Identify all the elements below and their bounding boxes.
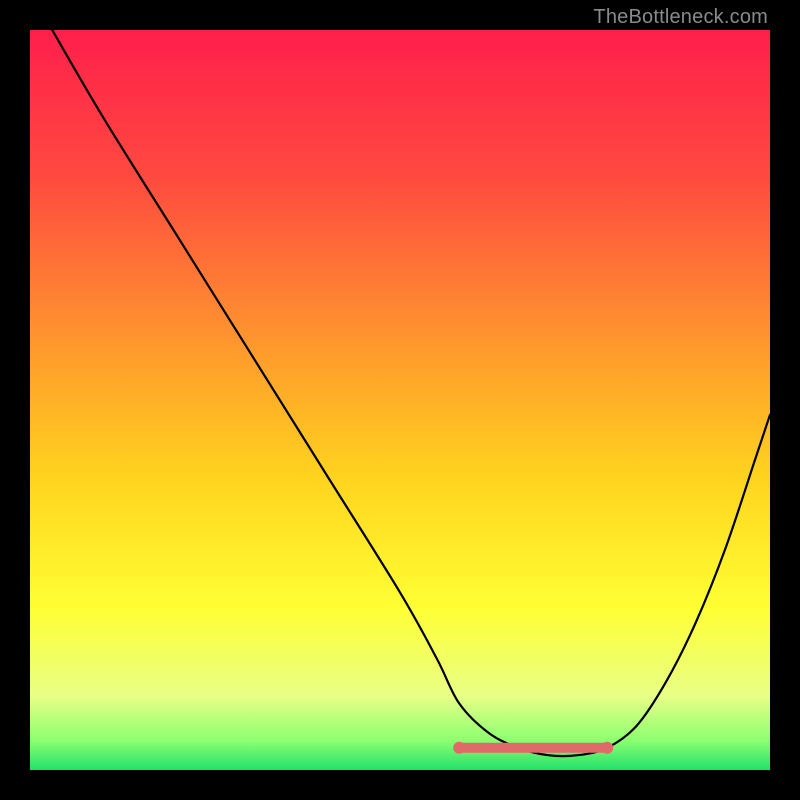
watermark-text: TheBottleneck.com	[593, 6, 768, 29]
optimal-zone-end-dot	[601, 742, 613, 754]
chart-frame	[30, 30, 770, 770]
chart-curve-layer	[30, 30, 770, 770]
bottleneck-curve	[52, 30, 770, 756]
optimal-zone-start-dot	[453, 742, 465, 754]
